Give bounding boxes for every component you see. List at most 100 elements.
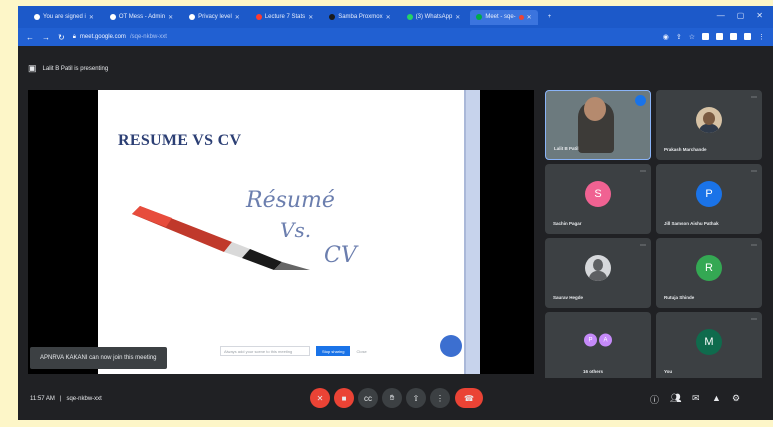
speaking-indicator-icon <box>635 95 646 106</box>
share-icon[interactable]: ⇪ <box>676 33 682 41</box>
extension-icon[interactable] <box>702 33 709 40</box>
browser-tab[interactable]: You are signed i ✕ <box>28 10 100 25</box>
participant-tile[interactable]: ⋯ Saurav Hegde <box>545 238 651 308</box>
address-bar: ← → ↻ 🔒︎ meet.google.com/sqe-nkbw-xxt ◉ … <box>18 28 773 46</box>
new-tab-button[interactable]: + <box>542 10 558 25</box>
participant-tile-others[interactable]: P A 16 others <box>545 312 651 382</box>
close-tab-icon[interactable]: ✕ <box>455 14 460 21</box>
browser-tab[interactable]: OT Mess - Admin ✕ <box>104 10 179 25</box>
more-icon[interactable]: ⋮ <box>430 388 450 408</box>
browser-tab[interactable]: Privacy level ✕ <box>183 10 246 25</box>
maximize-icon[interactable]: ▢ <box>737 11 745 20</box>
close-tab-icon[interactable]: ✕ <box>235 14 240 21</box>
browser-tab-active[interactable]: Meet - sqe- ✕ <box>470 9 538 25</box>
camera-icon[interactable]: ◉ <box>663 33 669 41</box>
avatar: R <box>696 255 722 281</box>
close-tab-icon[interactable]: ✕ <box>527 14 532 21</box>
screen: You are signed i ✕ OT Mess - Admin ✕ Priva… <box>18 6 773 420</box>
tab-favicon-icon <box>406 14 413 20</box>
slide-word-resume: Résumé <box>246 188 335 213</box>
info-icon[interactable]: ⓘ <box>650 393 659 406</box>
bookmark-icon[interactable]: ☆ <box>689 33 695 41</box>
presentation-stage: RESUME VS CV Résumé Vs. CV Always add yo… <box>28 90 534 374</box>
participant-name: Prakash Marchande <box>664 147 707 152</box>
close-tab-icon[interactable]: ✕ <box>89 14 94 21</box>
close-tab-icon[interactable]: ✕ <box>308 14 313 21</box>
avatar: A <box>599 333 612 347</box>
tab-favicon-icon <box>189 14 196 20</box>
end-call-icon[interactable]: ☎︎ <box>455 388 483 408</box>
mic-off-icon: ⋯ <box>751 243 757 249</box>
profile-icon[interactable] <box>744 33 751 40</box>
share-message: Always add your scene to this meeting <box>220 346 310 356</box>
tab-label: (3) WhatsApp <box>415 14 453 20</box>
participant-tile-self[interactable]: M ⋯ You <box>656 312 762 382</box>
url-path: /sqe-nkbw-xxt <box>129 34 167 40</box>
others-avatars: P A <box>584 333 612 347</box>
browser-tab[interactable]: Lecture 7 Stats ✕ <box>250 10 319 25</box>
back-icon[interactable]: ← <box>26 33 34 42</box>
participant-name: Jill Samson Aishu Pathak <box>664 221 719 226</box>
share-dialog: Always add your scene to this meeting St… <box>220 346 367 356</box>
mic-off-icon: ⋯ <box>640 169 646 175</box>
close-tab-icon[interactable]: ✕ <box>168 14 173 21</box>
cam-off-icon[interactable]: ■ <box>334 388 354 408</box>
people-icon[interactable]: 👥︎ <box>670 393 681 404</box>
mic-off-icon: ⋯ <box>751 317 757 323</box>
avatar: M <box>696 329 722 355</box>
browser-tab-strip: You are signed i ✕ OT Mess - Admin ✕ Priva… <box>18 6 773 28</box>
raise-hand-icon[interactable]: ✋︎ <box>382 388 402 408</box>
lock-icon: 🔒︎ <box>72 33 76 40</box>
close-window-icon[interactable]: ✕ <box>756 11 763 20</box>
participant-head <box>584 97 606 121</box>
presenting-bar: ▣ Lalit B Patil is presenting <box>28 63 108 74</box>
presenting-label: Lalit B Patil is presenting <box>42 65 109 72</box>
tab-favicon-icon <box>34 14 40 20</box>
tab-favicon-icon <box>255 14 262 20</box>
participant-name: Saurav Hegde <box>553 295 584 300</box>
participant-tile[interactable]: P ⋯ Jill Samson Aishu Pathak <box>656 164 762 234</box>
extension-toolbar: ◉ ⇪ ☆ ⋮ <box>663 33 765 41</box>
browser-tab[interactable]: Samba Proxmox ✕ <box>323 10 396 25</box>
slide-word-vs: Vs. <box>280 218 312 242</box>
meeting-code: sqe-nkbw-xxt <box>66 396 102 402</box>
mic-off-icon[interactable]: ✕ <box>310 388 330 408</box>
recording-dot-icon <box>518 14 524 20</box>
browser-tab[interactable]: (3) WhatsApp ✕ <box>401 10 467 25</box>
participant-name: Sachin Pagar <box>553 221 582 226</box>
mic-off-icon: ⋯ <box>751 95 757 101</box>
participant-tile[interactable]: S ⋯ Sachin Pagar <box>545 164 651 234</box>
slide-side-strip <box>464 90 480 374</box>
slide-word-cv: CV <box>324 243 357 268</box>
slide: RESUME VS CV Résumé Vs. CV Always add yo… <box>98 90 480 374</box>
extension-icon[interactable] <box>716 33 723 40</box>
avatar <box>696 107 722 133</box>
reload-icon[interactable]: ↻ <box>58 33 65 42</box>
captions-icon[interactable]: cc <box>358 388 378 408</box>
tab-label: Meet - sqe- <box>485 14 516 20</box>
tab-favicon-icon <box>109 14 116 20</box>
meeting-time: 11:57 AM <box>30 396 55 402</box>
close-tab-icon[interactable]: ✕ <box>386 14 391 21</box>
participant-tile[interactable]: Lalit B Patil <box>545 90 651 160</box>
tab-label: OT Mess - Admin <box>118 14 166 20</box>
participant-tile[interactable]: R ⋯ Rutuja Shinde <box>656 238 762 308</box>
present-now-icon[interactable]: ⇧ <box>406 388 426 408</box>
tab-label: Lecture 7 Stats <box>264 14 306 20</box>
stop-sharing-button[interactable]: Stop sharing <box>316 346 351 356</box>
chat-icon[interactable]: ✉︎ <box>692 393 700 404</box>
extension-icon[interactable] <box>730 33 737 40</box>
participant-tile[interactable]: ⋯ Prakash Marchande <box>656 90 762 160</box>
mic-off-icon: ⋯ <box>751 169 757 175</box>
mic-off-icon: ⋯ <box>640 243 646 249</box>
url-host: meet.google.com <box>79 34 126 40</box>
tab-favicon-icon <box>476 14 483 20</box>
host-controls-icon[interactable]: ⚙︎ <box>732 393 740 404</box>
meeting-info: 11:57 AM | sqe-nkbw-xxt <box>30 396 102 402</box>
dismiss-button[interactable]: Close <box>356 349 366 354</box>
activities-icon[interactable]: ▲ <box>712 393 721 403</box>
minimize-icon[interactable]: — <box>717 11 725 20</box>
forward-icon[interactable]: → <box>42 33 50 42</box>
menu-icon[interactable]: ⋮ <box>758 33 765 41</box>
url-field[interactable]: 🔒︎ meet.google.com/sqe-nkbw-xxt <box>73 34 655 41</box>
